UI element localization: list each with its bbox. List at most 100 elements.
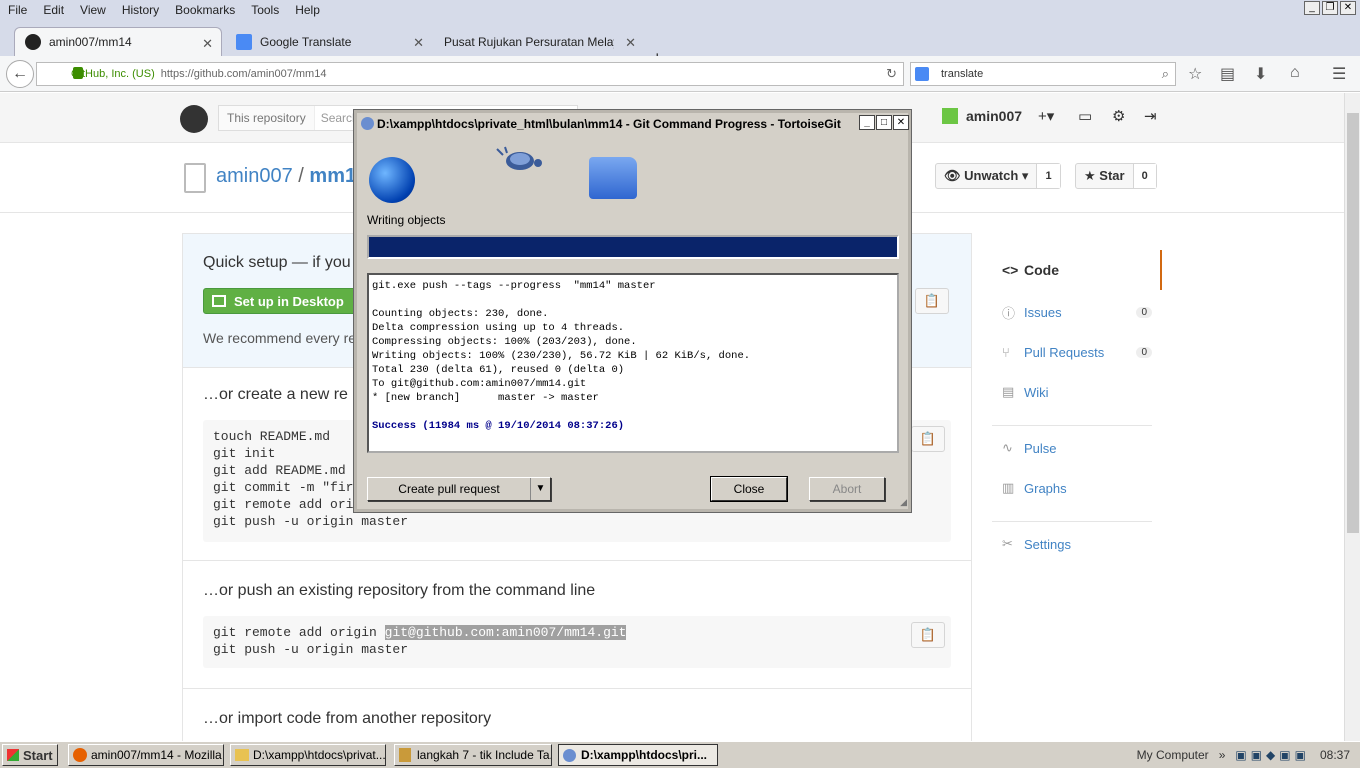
push-code-line2: git push -u origin master [213, 642, 409, 657]
selected-remote-url[interactable]: git@github.com:amin007/mm14.git [384, 625, 627, 640]
close-tab-icon[interactable]: ✕ [625, 35, 636, 51]
sidebar-item-pulse[interactable]: ∿ Pulse [992, 428, 1162, 468]
tab-label: Pusat Rujukan Persuratan Melayu ... [444, 34, 614, 49]
success-message: Success (11984 ms @ 19/10/2014 08:37:26) [372, 420, 625, 432]
sidebar-item-code[interactable]: <> Code [992, 250, 1162, 290]
sign-out-icon[interactable]: ⇥ [1144, 107, 1157, 125]
create-pr-label: Create pull request [398, 482, 500, 496]
task-label: amin007/mm14 - Mozilla ... [91, 748, 224, 762]
back-arrow-icon[interactable]: ← [6, 60, 34, 88]
user-menu[interactable]: amin007 [942, 108, 1022, 124]
log-lines: git.exe push --tags --progress "mm14" ma… [372, 279, 894, 419]
menu-help[interactable]: Help [287, 3, 328, 17]
dialog-minimize-button[interactable]: _ [859, 115, 875, 130]
menu-edit[interactable]: Edit [35, 3, 72, 17]
taskbar-item-langkah[interactable]: langkah 7 - tik Include Ta... [394, 744, 552, 766]
create-pull-request-button[interactable]: Create pull request ▼ [367, 477, 551, 501]
unwatch-button[interactable]: 👁 Unwatch ▾ 1 [935, 163, 1061, 189]
sidebar-item-label: Pull Requests [1024, 344, 1105, 360]
taskbar-item-firefox[interactable]: amin007/mm14 - Mozilla ... [68, 744, 224, 766]
sidebar-item-graphs[interactable]: ▥ Graphs [992, 468, 1162, 508]
tray-icons[interactable]: ▣▣◆▣▣ [1235, 748, 1310, 762]
tab-pusat-rujukan[interactable]: Pusat Rujukan Persuratan Melayu ... ✕ [434, 27, 644, 56]
bookmarks-list-icon[interactable]: ▤ [1220, 64, 1235, 84]
dialog-title-bar[interactable]: D:\xampp\htdocs\private_html\bulan\mm14 … [357, 113, 909, 135]
log-line: Compressing objects: 100% (203/203), don… [372, 336, 637, 348]
my-computer-toolbar[interactable]: My Computer [1137, 748, 1209, 762]
reload-icon[interactable]: ↻ [886, 66, 897, 82]
divider [183, 688, 971, 689]
tab-google-translate[interactable]: Google Translate ✕ [226, 27, 432, 56]
padlock-icon [73, 67, 83, 79]
sidebar-item-label: Issues [1024, 304, 1062, 320]
tortoisegit-icon [563, 749, 576, 762]
url-bar[interactable]: GitHub, Inc. (US) https://github.com/ami… [36, 62, 904, 86]
minimize-button[interactable]: _ [1304, 1, 1320, 15]
star-button[interactable]: ★ Star 0 [1075, 163, 1157, 189]
desktop-button-label: Set up in Desktop [234, 293, 344, 309]
menu-bookmarks[interactable]: Bookmarks [167, 3, 243, 17]
sidebar-item-pull-requests[interactable]: ⑂ Pull Requests 0 [992, 332, 1162, 372]
chevron-right-icon[interactable]: » [1219, 748, 1226, 762]
quick-setup-title: Quick setup — if you [203, 254, 351, 271]
github-logo-icon[interactable] [180, 105, 208, 133]
bookmark-star-icon[interactable]: ☆ [1188, 64, 1202, 84]
settings-gear-icon[interactable]: ⚙ [1112, 107, 1125, 125]
repo-owner-link[interactable]: amin007 [216, 165, 293, 187]
downloads-icon[interactable]: ⬇ [1254, 64, 1267, 84]
log-line: * [new branch] master -> master [372, 392, 599, 404]
menu-history[interactable]: History [114, 3, 167, 17]
close-button[interactable]: Close [710, 476, 788, 502]
close-tab-icon[interactable]: ✕ [413, 35, 424, 51]
search-placeholder: Search [320, 111, 359, 125]
search-value: translate [941, 68, 984, 80]
search-icon[interactable]: ⌕ [1162, 66, 1169, 82]
google-search-engine-icon[interactable] [915, 67, 929, 81]
tortoisegit-icon [361, 117, 374, 130]
start-button[interactable]: Start [2, 744, 58, 766]
dropdown-arrow-icon[interactable]: ▼ [530, 478, 550, 500]
flying-turtle-icon [496, 146, 542, 170]
taskbar-item-explorer[interactable]: D:\xampp\htdocs\privat... [230, 744, 386, 766]
dialog-close-button[interactable]: ✕ [893, 115, 909, 130]
taskbar-item-tortoisegit[interactable]: D:\xampp\htdocs\pri... [558, 744, 718, 766]
resize-grip-icon[interactable]: ◢ [900, 497, 907, 508]
menu-tools[interactable]: Tools [243, 3, 287, 17]
start-label: Start [23, 747, 53, 763]
create-new-icon[interactable]: +▾ [1038, 107, 1054, 125]
tab-github[interactable]: amin007/mm14 ✕ [14, 27, 222, 56]
clipboard-icon[interactable]: 📋 [911, 426, 945, 452]
home-icon[interactable]: ⌂ [1290, 64, 1300, 82]
progress-bar [367, 235, 899, 259]
search-input[interactable]: translate ⌕ [910, 62, 1176, 86]
tab-label: Google Translate [260, 34, 352, 49]
task-label: langkah 7 - tik Include Ta... [417, 748, 552, 762]
page-scrollbar[interactable] [1344, 93, 1360, 741]
watch-count[interactable]: 1 [1036, 164, 1060, 188]
setup-in-desktop-button[interactable]: Set up in Desktop [203, 288, 359, 314]
abort-button[interactable]: Abort [809, 477, 885, 501]
command-output-log[interactable]: git.exe push --tags --progress "mm14" ma… [367, 273, 899, 453]
document-icon [399, 748, 411, 762]
menu-hamburger-icon[interactable]: ☰ [1332, 64, 1346, 84]
scrollbar-thumb[interactable] [1347, 113, 1359, 533]
pull-requests-count: 0 [1136, 346, 1152, 358]
menu-view[interactable]: View [72, 3, 114, 17]
star-count[interactable]: 0 [1132, 164, 1156, 188]
inbox-icon[interactable]: ▭ [1078, 107, 1092, 125]
sidebar-item-settings[interactable]: ✂ Settings [992, 524, 1162, 564]
restore-button[interactable]: ❐ [1322, 1, 1338, 15]
close-tab-icon[interactable]: ✕ [202, 36, 213, 52]
sidebar-item-issues[interactable]: ⓘ Issues 0 [992, 292, 1162, 332]
window-controls: _ ❐ ✕ [1304, 1, 1356, 15]
progress-status: Writing objects [367, 213, 446, 227]
clipboard-icon[interactable]: 📋 [915, 288, 949, 314]
clipboard-icon[interactable]: 📋 [911, 622, 945, 648]
dialog-maximize-button[interactable]: □ [876, 115, 892, 130]
progress-bar-fill [369, 237, 897, 257]
sidebar-item-wiki[interactable]: ▤ Wiki [992, 372, 1162, 412]
push-existing-code: git remote add origin git@github.com:ami… [203, 616, 951, 668]
menu-file[interactable]: File [0, 3, 35, 17]
close-window-button[interactable]: ✕ [1340, 1, 1356, 15]
